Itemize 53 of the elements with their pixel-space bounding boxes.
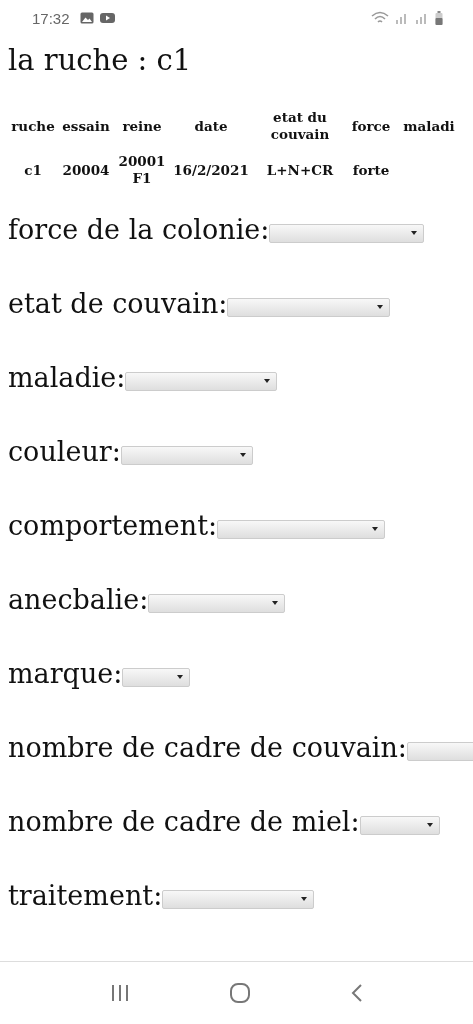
dropdown[interactable] [120, 445, 253, 465]
table-cell-text: 20001 F1 [117, 153, 167, 187]
wifi-icon [371, 11, 389, 25]
dropdown[interactable] [269, 223, 425, 243]
table-cell-text: L+N+CR [265, 161, 335, 179]
caret-icon [377, 305, 384, 309]
column-header: essain [61, 117, 111, 135]
table-cell-text: c1 [23, 161, 43, 179]
field-label: couleur: [8, 435, 121, 467]
field-label: etat de couvain: [8, 287, 228, 319]
dropdown[interactable] [406, 741, 473, 761]
column-header: ruche [10, 117, 56, 135]
dropdown[interactable] [217, 519, 386, 539]
dropdown[interactable] [122, 667, 191, 687]
field-label: anecbalie: [8, 583, 149, 615]
recent-apps-icon[interactable] [109, 984, 130, 1002]
column-header: reine [121, 117, 163, 135]
table-cell-text: 20004 [61, 161, 111, 179]
field-label: marque: [8, 657, 123, 689]
clock-time: 17:32 [32, 9, 70, 27]
field-label: nombre de cadre de miel: [8, 805, 360, 837]
caret-icon [301, 897, 308, 901]
dropdown[interactable] [359, 815, 440, 835]
caret-icon [177, 675, 184, 679]
signal-icon [415, 12, 429, 24]
column-header: maladi [402, 117, 456, 135]
dropdown[interactable] [227, 297, 391, 317]
field-label: traitement: [8, 879, 163, 911]
field-label: force de la colonie: [8, 213, 270, 245]
back-icon[interactable] [351, 983, 364, 1003]
field-label: comportement: [8, 509, 218, 541]
caret-icon [426, 823, 433, 827]
column-header: etat du couvain [269, 109, 331, 143]
table-cell-text: 16/2/2021 [172, 161, 250, 179]
dropdown[interactable] [162, 889, 315, 909]
play-icon [99, 12, 115, 24]
caret-icon [411, 231, 418, 235]
field-label: maladie: [8, 361, 126, 393]
column-header: date [193, 117, 229, 135]
dropdown[interactable] [148, 593, 286, 613]
caret-icon [272, 601, 279, 605]
caret-icon [372, 527, 379, 531]
dropdown[interactable] [125, 371, 278, 391]
image-icon [79, 12, 94, 24]
page-title: la ruche : c1 [8, 42, 193, 79]
caret-icon [239, 453, 246, 457]
home-icon[interactable] [229, 982, 252, 1004]
caret-icon [264, 379, 271, 383]
table-cell-text: forte [351, 161, 391, 179]
signal-icon [395, 12, 409, 24]
field-label: nombre de cadre de couvain: [8, 731, 407, 763]
battery-icon [435, 11, 443, 25]
column-header: force [350, 117, 392, 135]
